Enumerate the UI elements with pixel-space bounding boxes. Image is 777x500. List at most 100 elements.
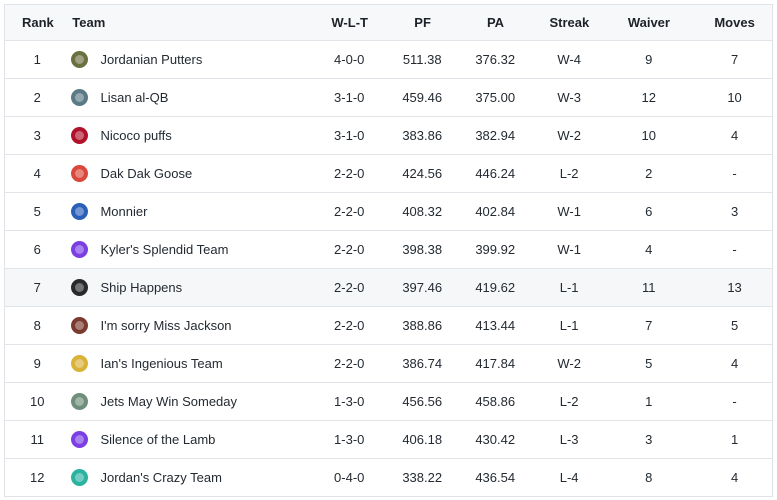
column-header-rank[interactable]: Rank bbox=[5, 15, 70, 30]
wlt-cell: 3-1-0 bbox=[334, 90, 365, 105]
team-avatar-icon[interactable] bbox=[71, 279, 89, 296]
moves-cell: 4 bbox=[730, 128, 739, 143]
table-row[interactable]: 5 Monnier 2-2-0 408.32 402.84 W-1 6 3 bbox=[4, 193, 773, 231]
wlt-cell: 1-3-0 bbox=[334, 394, 365, 409]
team-cell[interactable]: Kyler's Splendid Team bbox=[69, 241, 306, 258]
waiver-cell: 8 bbox=[645, 470, 653, 485]
column-header-pa[interactable]: PA bbox=[453, 15, 538, 30]
pa-cell: 375.00 bbox=[475, 90, 516, 105]
team-avatar-icon[interactable] bbox=[71, 393, 89, 410]
team-avatar-icon[interactable] bbox=[71, 241, 89, 258]
column-header-waiver[interactable]: Waiver bbox=[601, 15, 698, 30]
pf-cell: 338.22 bbox=[402, 470, 443, 485]
waiver-cell: 12 bbox=[641, 90, 656, 105]
team-avatar-icon[interactable] bbox=[71, 127, 89, 144]
team-cell[interactable]: I'm sorry Miss Jackson bbox=[69, 317, 306, 334]
table-row[interactable]: 4 Dak Dak Goose 2-2-0 424.56 446.24 L-2 … bbox=[4, 155, 773, 193]
team-cell[interactable]: Jets May Win Someday bbox=[69, 393, 306, 410]
team-avatar-icon[interactable] bbox=[71, 89, 89, 106]
table-row[interactable]: 12 Jordan's Crazy Team 0-4-0 338.22 436.… bbox=[4, 459, 773, 497]
pf-cell: 383.86 bbox=[402, 128, 443, 143]
team-name-link[interactable]: Jordanian Putters bbox=[100, 52, 202, 67]
team-name-link[interactable]: Jordan's Crazy Team bbox=[100, 470, 221, 485]
streak-cell: L-2 bbox=[559, 166, 579, 181]
team-avatar-icon[interactable] bbox=[71, 431, 89, 448]
streak-cell: L-4 bbox=[559, 470, 579, 485]
team-name-link[interactable]: Silence of the Lamb bbox=[100, 432, 215, 447]
table-row[interactable]: 6 Kyler's Splendid Team 2-2-0 398.38 399… bbox=[4, 231, 773, 269]
team-name-link[interactable]: Ian's Ingenious Team bbox=[100, 356, 222, 371]
team-avatar-icon[interactable] bbox=[71, 469, 89, 486]
team-name-link[interactable]: I'm sorry Miss Jackson bbox=[100, 318, 231, 333]
wlt-cell: 2-2-0 bbox=[334, 242, 365, 257]
streak-cell: W-2 bbox=[557, 128, 581, 143]
team-name-link[interactable]: Jets May Win Someday bbox=[100, 394, 237, 409]
team-cell[interactable]: Monnier bbox=[69, 203, 306, 220]
waiver-cell: 4 bbox=[645, 242, 653, 257]
column-header-moves[interactable]: Moves bbox=[697, 15, 772, 30]
team-name-link[interactable]: Ship Happens bbox=[100, 280, 182, 295]
team-cell[interactable]: Nicoco puffs bbox=[69, 127, 306, 144]
pf-cell: 398.38 bbox=[402, 242, 443, 257]
table-row[interactable]: 9 Ian's Ingenious Team 2-2-0 386.74 417.… bbox=[4, 345, 773, 383]
rank-cell: 5 bbox=[33, 204, 41, 219]
waiver-cell: 9 bbox=[645, 52, 653, 67]
team-cell[interactable]: Silence of the Lamb bbox=[69, 431, 306, 448]
waiver-cell: 11 bbox=[642, 280, 656, 295]
team-cell[interactable]: Dak Dak Goose bbox=[69, 165, 306, 182]
team-name-link[interactable]: Monnier bbox=[100, 204, 147, 219]
team-name-link[interactable]: Dak Dak Goose bbox=[100, 166, 192, 181]
team-cell[interactable]: Jordanian Putters bbox=[69, 51, 306, 68]
table-row[interactable]: 3 Nicoco puffs 3-1-0 383.86 382.94 W-2 1… bbox=[4, 117, 773, 155]
streak-cell: L-1 bbox=[559, 280, 579, 295]
team-cell[interactable]: Ship Happens bbox=[69, 279, 306, 296]
team-avatar-icon[interactable] bbox=[71, 51, 89, 68]
column-header-wlt[interactable]: W-L-T bbox=[307, 15, 392, 30]
pa-cell: 413.44 bbox=[475, 318, 516, 333]
pa-cell: 446.24 bbox=[475, 166, 516, 181]
waiver-cell: 7 bbox=[645, 318, 653, 333]
team-cell[interactable]: Jordan's Crazy Team bbox=[69, 469, 306, 486]
pa-cell: 402.84 bbox=[475, 204, 516, 219]
column-header-pf[interactable]: PF bbox=[392, 15, 453, 30]
rank-cell: 9 bbox=[33, 356, 41, 371]
moves-cell: 10 bbox=[727, 90, 742, 105]
table-header-row: Rank Team W-L-T PF PA Streak Waiver Move… bbox=[4, 5, 773, 41]
team-avatar-icon[interactable] bbox=[71, 355, 89, 372]
team-cell[interactable]: Ian's Ingenious Team bbox=[69, 355, 306, 372]
moves-cell: - bbox=[732, 242, 737, 257]
rank-cell: 12 bbox=[30, 470, 45, 485]
waiver-cell: 5 bbox=[645, 356, 653, 371]
column-header-team[interactable]: Team bbox=[70, 15, 307, 30]
rank-cell: 2 bbox=[33, 90, 41, 105]
team-cell[interactable]: Lisan al-QB bbox=[69, 89, 306, 106]
team-name-link[interactable]: Kyler's Splendid Team bbox=[100, 242, 228, 257]
pa-cell: 419.62 bbox=[475, 280, 516, 295]
pf-cell: 406.18 bbox=[402, 432, 443, 447]
standings-table: Rank Team W-L-T PF PA Streak Waiver Move… bbox=[4, 4, 773, 497]
pf-cell: 408.32 bbox=[402, 204, 443, 219]
team-name-link[interactable]: Lisan al-QB bbox=[100, 90, 168, 105]
table-row[interactable]: 2 Lisan al-QB 3-1-0 459.46 375.00 W-3 12… bbox=[4, 79, 773, 117]
table-row[interactable]: 8 I'm sorry Miss Jackson 2-2-0 388.86 41… bbox=[4, 307, 773, 345]
pa-cell: 417.84 bbox=[475, 356, 516, 371]
column-header-streak[interactable]: Streak bbox=[538, 15, 600, 30]
rank-cell: 11 bbox=[30, 432, 44, 447]
rank-cell: 6 bbox=[33, 242, 41, 257]
wlt-cell: 2-2-0 bbox=[334, 166, 365, 181]
rank-cell: 10 bbox=[30, 394, 45, 409]
moves-cell: 7 bbox=[730, 52, 739, 67]
pa-cell: 376.32 bbox=[475, 52, 516, 67]
streak-cell: W-1 bbox=[557, 242, 581, 257]
table-row[interactable]: 10 Jets May Win Someday 1-3-0 456.56 458… bbox=[4, 383, 773, 421]
table-row[interactable]: 11 Silence of the Lamb 1-3-0 406.18 430.… bbox=[4, 421, 773, 459]
table-row[interactable]: 1 Jordanian Putters 4-0-0 511.38 376.32 … bbox=[4, 41, 773, 79]
team-avatar-icon[interactable] bbox=[71, 317, 89, 334]
wlt-cell: 1-3-0 bbox=[334, 432, 365, 447]
moves-cell: 5 bbox=[730, 318, 739, 333]
team-avatar-icon[interactable] bbox=[71, 203, 89, 220]
team-avatar-icon[interactable] bbox=[71, 165, 89, 182]
table-row[interactable]: 7 Ship Happens 2-2-0 397.46 419.62 L-1 1… bbox=[4, 269, 773, 307]
team-name-link[interactable]: Nicoco puffs bbox=[100, 128, 171, 143]
wlt-cell: 4-0-0 bbox=[334, 52, 365, 67]
